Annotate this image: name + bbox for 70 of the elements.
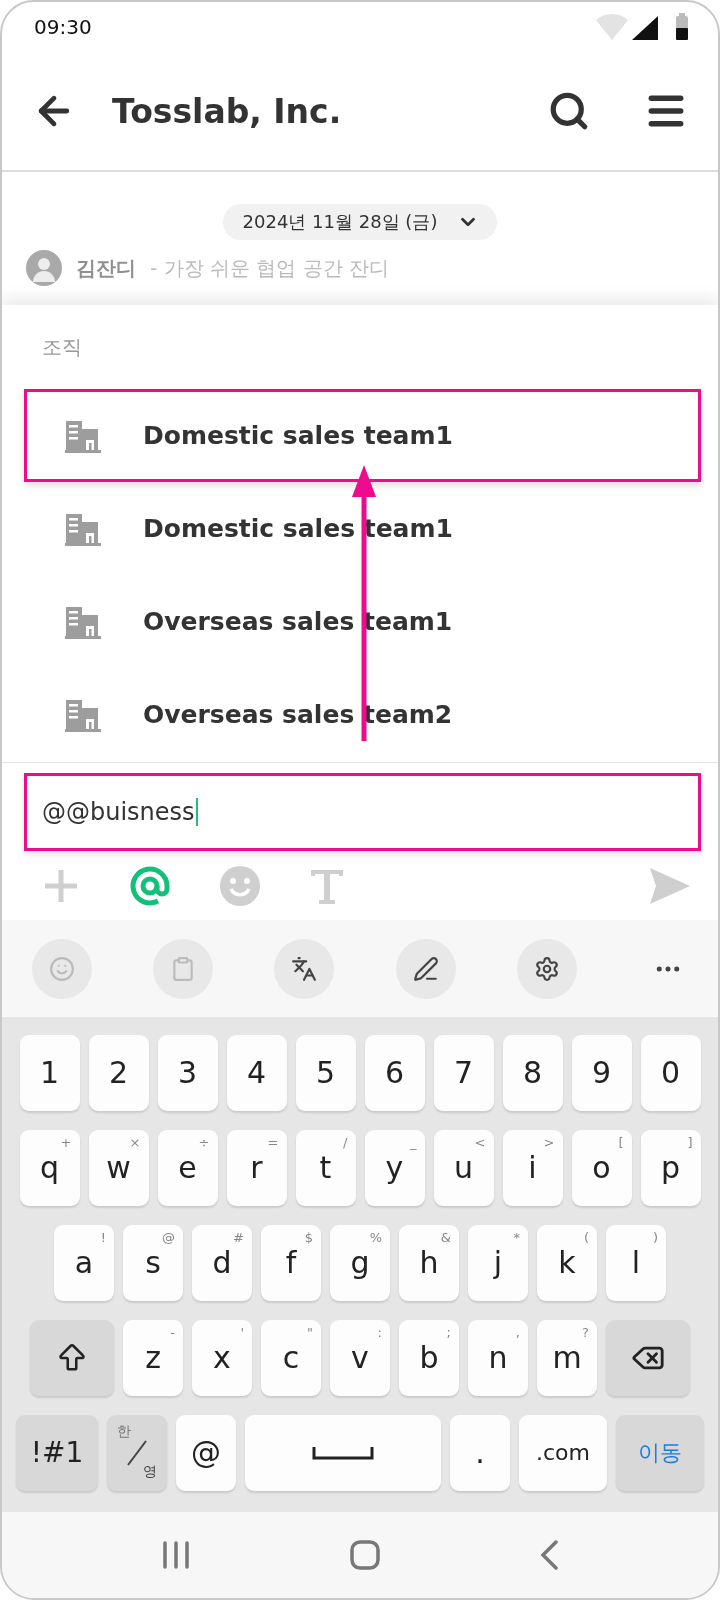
sender-name: 김잔디 <box>76 254 136 282</box>
keyboard-key[interactable]: d # <box>192 1224 252 1301</box>
wifi-icon <box>596 13 628 40</box>
header-title: Tosslab, Inc. <box>112 91 343 131</box>
keyboard-key[interactable]: 1 <box>19 1034 80 1111</box>
date-chip[interactable]: 2024년 11월 28일 (금) <box>222 204 498 240</box>
back-nav-icon[interactable] <box>538 1540 559 1570</box>
at-sign-icon[interactable] <box>128 863 172 908</box>
shift-key[interactable] <box>30 1319 114 1396</box>
symbols-key[interactable]: !#1 <box>16 1414 98 1491</box>
keyboard-key[interactable]: 3 <box>157 1034 218 1111</box>
keyboard-key[interactable]: 0 <box>640 1034 701 1111</box>
keyboard-key[interactable]: c " <box>261 1319 321 1396</box>
mention-item[interactable]: Domestic sales team1 <box>24 389 701 482</box>
keyboard-key[interactable]: r = <box>226 1129 287 1206</box>
keyboard-key[interactable]: y _ <box>364 1129 425 1206</box>
space-key[interactable] <box>245 1414 441 1491</box>
keyboard-key[interactable]: h & <box>399 1224 459 1301</box>
keyboard-key[interactable]: q + <box>19 1129 80 1206</box>
keyboard-key[interactable]: p ] <box>640 1129 701 1206</box>
keyboard-key[interactable]: i > <box>502 1129 563 1206</box>
home-icon[interactable] <box>350 1540 380 1570</box>
message-input[interactable]: @@buisness <box>24 773 701 851</box>
building-icon <box>65 604 101 639</box>
section-label: 조직 <box>41 333 83 361</box>
keyboard-key[interactable]: 5 <box>295 1034 356 1111</box>
backspace-key[interactable] <box>606 1319 690 1396</box>
keyboard-key[interactable]: @ <box>176 1414 236 1491</box>
language-key[interactable]: 한 영 <box>107 1414 167 1491</box>
keyboard-key[interactable]: 4 <box>226 1034 287 1111</box>
keyboard-key[interactable]: o [ <box>571 1129 632 1206</box>
item-name: Domestic sales team1 <box>143 421 453 450</box>
keyboard-key[interactable]: 8 <box>502 1034 563 1111</box>
keyboard-key[interactable]: b ; <box>399 1319 459 1396</box>
keyboard-key[interactable]: v : <box>330 1319 390 1396</box>
keyboard-key[interactable]: e ÷ <box>157 1129 218 1206</box>
keyboard-key[interactable]: k ( <box>537 1224 597 1301</box>
space-icon <box>312 1444 374 1461</box>
keyboard-key[interactable]: x ' <box>192 1319 252 1396</box>
keyboard-key[interactable]: 9 <box>571 1034 632 1111</box>
building-icon <box>65 511 101 546</box>
keyboard-key[interactable]: a ! <box>54 1224 114 1301</box>
building-icon <box>65 697 101 732</box>
status-time: 09:30 <box>34 15 92 39</box>
keyboard-key[interactable]: z - <box>123 1319 183 1396</box>
settings-icon[interactable] <box>533 955 560 982</box>
recent-apps-icon[interactable] <box>161 1541 192 1569</box>
keyboard-key[interactable]: l ) <box>606 1224 666 1301</box>
keyboard-key[interactable]: .com <box>519 1414 607 1491</box>
keyboard-key[interactable]: s @ <box>123 1224 183 1301</box>
keyboard-key[interactable]: g % <box>330 1224 390 1301</box>
battery-icon <box>676 13 688 40</box>
building-icon <box>65 418 101 453</box>
keyboard-key[interactable]: t / <box>295 1129 356 1206</box>
avatar <box>26 250 62 286</box>
keyboard-key[interactable]: 6 <box>364 1034 425 1111</box>
keyboard-key[interactable]: u < <box>433 1129 494 1206</box>
translate-icon[interactable] <box>291 955 318 982</box>
keyboard-key[interactable]: w × <box>88 1129 149 1206</box>
keyboard-key[interactable]: n , <box>468 1319 528 1396</box>
keyboard-key[interactable]: . <box>450 1414 510 1491</box>
keyboard-key[interactable]: 7 <box>433 1034 494 1111</box>
keyboard-key[interactable]: 2 <box>88 1034 149 1111</box>
keyboard-key[interactable]: m ? <box>537 1319 597 1396</box>
search-icon[interactable] <box>548 90 590 132</box>
signal-icon <box>632 16 658 40</box>
message-preview: - 가장 쉬운 협업 공간 잔디 <box>150 254 389 282</box>
pen-icon[interactable] <box>412 955 439 982</box>
keyboard-key[interactable]: f $ <box>261 1224 321 1301</box>
keyboard-key[interactable]: j * <box>468 1224 528 1301</box>
